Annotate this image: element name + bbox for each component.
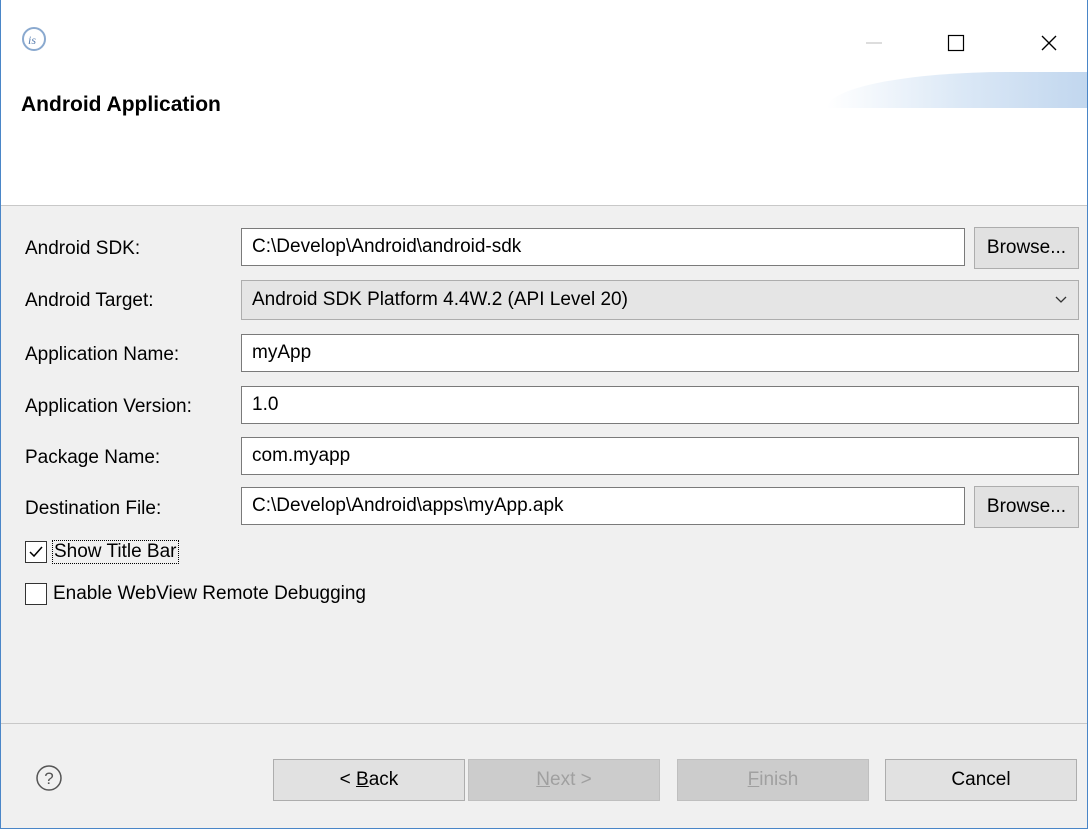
webview-debugging-option[interactable]: Enable WebView Remote Debugging — [25, 583, 366, 605]
back-prefix: < — [339, 769, 357, 790]
svg-text:?: ? — [44, 769, 53, 788]
close-icon — [1041, 35, 1057, 51]
finish-button[interactable]: Finish — [677, 759, 869, 801]
browse-destination-button[interactable]: Browse... — [974, 486, 1079, 528]
dialog-header: is Android Application — [1, 0, 1087, 206]
question-circle-icon[interactable]: ? — [35, 764, 63, 792]
application-name-input[interactable]: myApp — [241, 334, 1079, 372]
finish-mnemonic: F — [747, 769, 760, 790]
webview-debugging-label: Enable WebView Remote Debugging — [53, 583, 366, 604]
android-target-select[interactable]: Android SDK Platform 4.4W.2 (API Level 2… — [241, 280, 1079, 320]
show-title-bar-option[interactable]: Show Title Bar — [25, 540, 179, 564]
banner-graphic — [827, 72, 1087, 108]
webview-debugging-checkbox[interactable] — [25, 583, 47, 605]
destination-file-input[interactable]: C:\Develop\Android\apps\myApp.apk — [241, 487, 965, 525]
maximize-button[interactable] — [933, 20, 979, 66]
application-version-input[interactable]: 1.0 — [241, 386, 1079, 424]
svg-text:is: is — [28, 33, 36, 47]
checkmark-icon — [29, 546, 43, 558]
back-rest: ack — [368, 769, 399, 790]
android-sdk-label: Android SDK: — [25, 238, 141, 259]
browse-sdk-button[interactable]: Browse... — [974, 227, 1079, 269]
show-title-bar-checkbox[interactable] — [25, 541, 47, 563]
dialog-title: Android Application — [21, 93, 221, 116]
android-target-label: Android Target: — [25, 290, 154, 311]
back-button[interactable]: < Back — [273, 759, 465, 801]
next-rest: ext > — [550, 769, 592, 790]
back-mnemonic: B — [356, 769, 369, 790]
show-title-bar-label: Show Title Bar — [52, 540, 179, 564]
destination-file-label: Destination File: — [25, 498, 162, 519]
package-name-label: Package Name: — [25, 447, 161, 468]
android-target-value: Android SDK Platform 4.4W.2 (API Level 2… — [252, 289, 628, 310]
minimize-button[interactable] — [851, 20, 897, 66]
cancel-button[interactable]: Cancel — [885, 759, 1077, 801]
finish-rest: inish — [759, 769, 799, 790]
next-button[interactable]: Next > — [468, 759, 660, 801]
chevron-down-icon — [1055, 296, 1067, 303]
application-name-label: Application Name: — [25, 344, 180, 365]
maximize-icon — [947, 34, 965, 52]
dialog-window: is Android Application Android SDK: C:\D… — [0, 0, 1088, 829]
package-name-input[interactable]: com.myapp — [241, 437, 1079, 475]
dialog-footer: ? < Back Next > Finish Cancel — [1, 724, 1087, 828]
application-version-label: Application Version: — [25, 396, 192, 417]
android-sdk-input[interactable]: C:\Develop\Android\android-sdk — [241, 228, 965, 266]
minimize-icon — [866, 42, 882, 44]
next-mnemonic: N — [536, 769, 550, 790]
close-button[interactable] — [1026, 20, 1072, 66]
form-panel: Android SDK: C:\Develop\Android\android-… — [1, 207, 1087, 722]
is-logo-icon: is — [22, 27, 46, 51]
